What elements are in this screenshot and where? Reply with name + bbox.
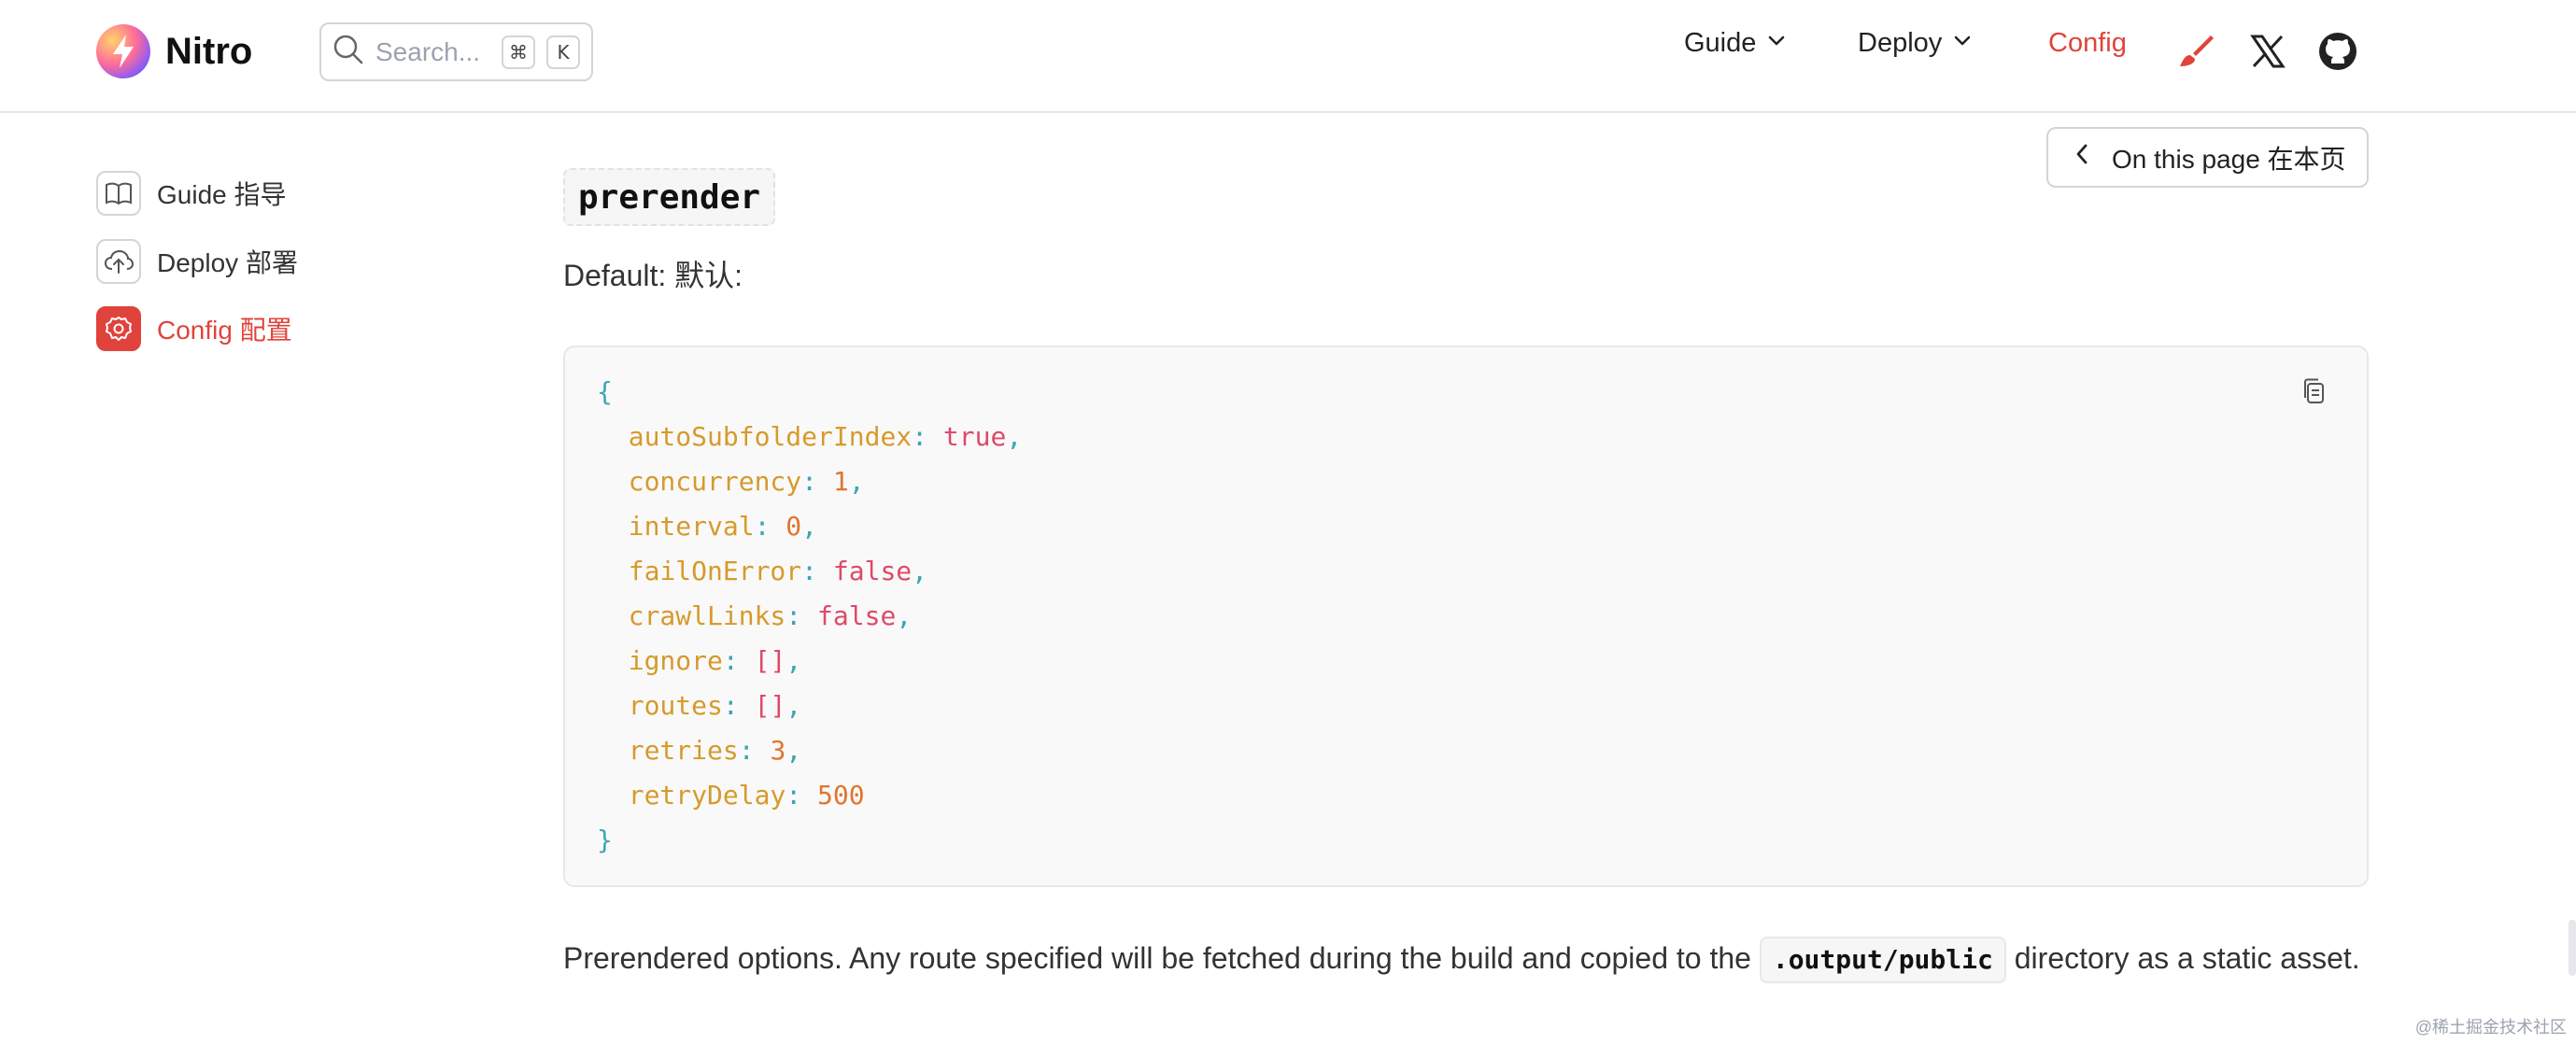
search-placeholder: Search... bbox=[375, 36, 481, 66]
code-key: autoSubfolderIndex bbox=[628, 421, 913, 452]
code-colon: : bbox=[801, 556, 833, 586]
code-comma: , bbox=[1006, 421, 1023, 452]
code-line: failOnError: false, bbox=[597, 549, 1022, 594]
code-value: 3 bbox=[770, 735, 786, 766]
code-line: routes: [], bbox=[597, 684, 1022, 728]
code-colon: : bbox=[738, 735, 771, 766]
sidebar-item-label: Guide 指导 bbox=[157, 180, 287, 209]
code-block: { autoSubfolderIndex: true, concurrency:… bbox=[563, 346, 2369, 887]
code-comma: , bbox=[786, 690, 802, 721]
code-key: concurrency bbox=[628, 466, 802, 497]
sidebar-item-deploy[interactable]: Deploy 部署 bbox=[96, 239, 298, 284]
code-value: [] bbox=[754, 645, 786, 676]
code-colon: : bbox=[786, 600, 818, 631]
chevron-down-icon bbox=[1951, 28, 1974, 59]
top-header: Nitro Search... ⌘ K Guide Deploy Config bbox=[0, 0, 2576, 113]
code-comma: , bbox=[786, 645, 802, 676]
nav-guide-label: Guide bbox=[1684, 28, 1757, 58]
shortcut-key-cmd: ⌘ bbox=[502, 35, 535, 69]
code-line: retryDelay: 500 bbox=[597, 773, 1022, 818]
code-line: ignore: [], bbox=[597, 639, 1022, 684]
code-line: crawlLinks: false, bbox=[597, 594, 1022, 639]
code-value: false bbox=[832, 556, 913, 586]
chevron-left-icon bbox=[2073, 142, 2091, 173]
inline-code-output-path: .output/public bbox=[1759, 937, 2006, 983]
code-value: 0 bbox=[786, 511, 802, 542]
code-key: routes bbox=[628, 690, 723, 721]
sidebar-item-config[interactable]: Config 配置 bbox=[96, 306, 292, 351]
app-name: Nitro bbox=[165, 30, 253, 72]
cloud-upload-icon bbox=[96, 239, 141, 284]
sidebar-item-label: Deploy 部署 bbox=[157, 248, 298, 277]
code-line: retries: 3, bbox=[597, 728, 1022, 773]
section-heading: prerender bbox=[563, 168, 776, 226]
nitro-logo-icon bbox=[96, 24, 150, 78]
on-this-page-label: On this page 在本页 bbox=[2112, 144, 2346, 174]
code-key: failOnError bbox=[628, 556, 802, 586]
description-text-end: directory as a static asset. bbox=[2005, 941, 2360, 975]
nav-deploy-menu[interactable]: Deploy bbox=[1858, 28, 1974, 59]
code-content: { autoSubfolderIndex: true, concurrency:… bbox=[597, 370, 1022, 863]
code-value: true bbox=[942, 421, 1007, 452]
shortcut-key-k: K bbox=[546, 35, 580, 69]
code-value: 500 bbox=[817, 780, 865, 811]
code-line: concurrency: 1, bbox=[597, 459, 1022, 504]
book-icon bbox=[96, 171, 141, 216]
code-comma: , bbox=[786, 735, 802, 766]
description-text: Prerendered options. Any route specified… bbox=[563, 941, 1760, 975]
sidebar-item-guide[interactable]: Guide 指导 bbox=[96, 171, 287, 216]
code-key: interval bbox=[628, 511, 755, 542]
code-key: retryDelay bbox=[628, 780, 786, 811]
code-colon: : bbox=[786, 780, 818, 811]
github-icon[interactable] bbox=[2318, 32, 2357, 71]
code-colon: : bbox=[722, 645, 755, 676]
code-colon: : bbox=[912, 421, 943, 452]
code-line: interval: 0, bbox=[597, 504, 1022, 549]
code-line: { bbox=[597, 370, 1022, 415]
description-paragraph: Prerendered options. Any route specified… bbox=[563, 932, 2394, 984]
nav-config-label: Config bbox=[2048, 28, 2127, 58]
sidebar-item-label: Config 配置 bbox=[157, 316, 292, 345]
search-input[interactable]: Search... ⌘ K bbox=[319, 22, 593, 81]
search-icon bbox=[333, 34, 364, 70]
nav-deploy-label: Deploy bbox=[1858, 28, 1943, 58]
watermark: @稀土掘金技术社区 bbox=[2414, 1018, 2567, 1037]
code-value: [] bbox=[754, 690, 786, 721]
code-colon: : bbox=[801, 466, 833, 497]
copy-icon[interactable] bbox=[2298, 375, 2329, 407]
code-value: 1 bbox=[832, 466, 849, 497]
gear-icon bbox=[96, 306, 141, 351]
code-line: } bbox=[597, 818, 1022, 863]
chevron-down-icon bbox=[1765, 28, 1788, 59]
nav-config-link[interactable]: Config bbox=[2048, 28, 2127, 59]
scrollbar-thumb[interactable] bbox=[2569, 920, 2576, 976]
code-colon: : bbox=[754, 511, 786, 542]
code-brace-open: { bbox=[597, 376, 613, 407]
code-key: ignore bbox=[628, 645, 723, 676]
default-label: Default: 默认: bbox=[563, 259, 743, 292]
code-comma: , bbox=[801, 511, 818, 542]
code-comma: , bbox=[896, 600, 913, 631]
nav-guide-menu[interactable]: Guide bbox=[1684, 28, 1788, 59]
code-value: false bbox=[817, 600, 897, 631]
code-line: autoSubfolderIndex: true, bbox=[597, 415, 1022, 459]
code-comma: , bbox=[848, 466, 865, 497]
code-key: crawlLinks bbox=[628, 600, 786, 631]
code-brace-close: } bbox=[597, 825, 613, 855]
code-colon: : bbox=[722, 690, 755, 721]
code-comma: , bbox=[912, 556, 928, 586]
on-this-page-button[interactable]: On this page 在本页 bbox=[2046, 127, 2369, 188]
logo-link[interactable]: Nitro bbox=[96, 24, 252, 78]
brush-icon[interactable] bbox=[2176, 32, 2215, 71]
x-twitter-icon[interactable] bbox=[2248, 32, 2287, 71]
code-key: retries bbox=[628, 735, 739, 766]
